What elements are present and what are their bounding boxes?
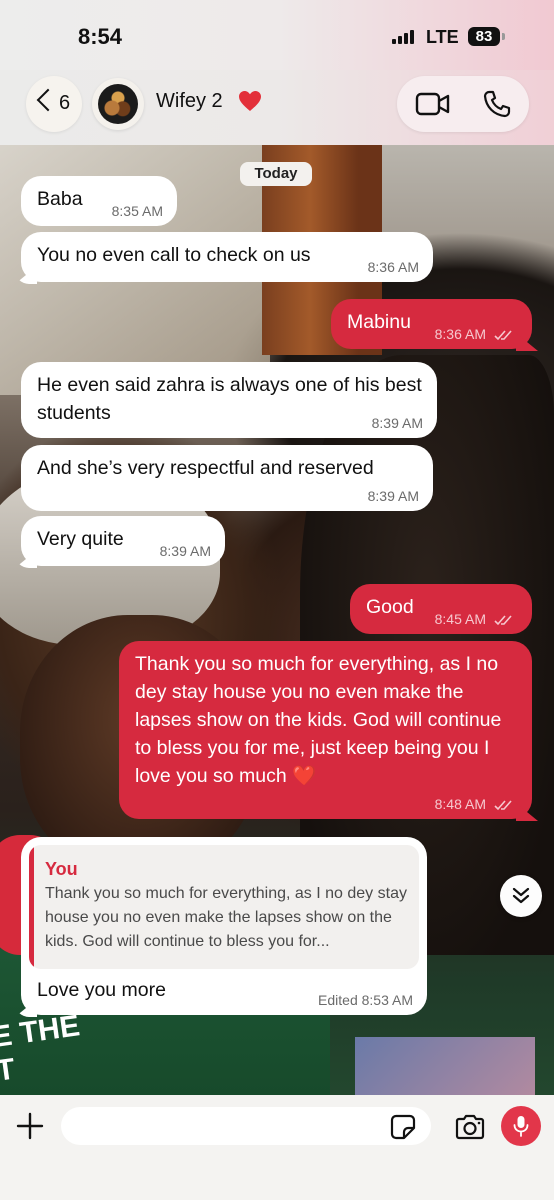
bubble-tail [516, 803, 538, 821]
message-input[interactable] [61, 1107, 431, 1145]
message-time: 8:48 AM [434, 796, 486, 812]
quoted-message[interactable]: You Thank you so much for everything, as… [29, 845, 419, 969]
contact-avatar[interactable] [92, 78, 144, 130]
message-outgoing[interactable]: Good 8:45 AM [350, 584, 532, 634]
message-time: 8:39 AM [159, 543, 211, 559]
message-outgoing[interactable]: Thank you so much for everything, as I n… [119, 641, 538, 821]
status-time: 8:54 [78, 24, 123, 49]
message-text: Mabinu [347, 311, 411, 333]
message-outgoing[interactable]: Mabinu 8:36 AM [331, 299, 538, 351]
phone-icon[interactable] [483, 90, 511, 118]
red-heart-icon [239, 91, 261, 111]
message-incoming[interactable]: Baba 8:35 AM [21, 176, 177, 226]
bubble-tail [15, 999, 37, 1017]
network-label: LTE [426, 27, 459, 47]
read-receipt-icon [494, 800, 512, 811]
read-receipt-icon [494, 615, 512, 626]
message-incoming[interactable]: And she’s very respectful and reserved 8… [21, 445, 433, 511]
status-bar: 8:54 LTE 83 [0, 0, 554, 70]
chevron-left-icon [36, 88, 60, 112]
message-time: 8:39 AM [371, 415, 423, 431]
contact-name[interactable]: Wifey 2 [156, 90, 223, 113]
avatar-image [98, 84, 138, 124]
scroll-to-bottom-button[interactable] [500, 875, 542, 917]
message-time: Edited 8:53 AM [318, 992, 413, 1008]
plus-icon[interactable] [16, 1112, 44, 1140]
message-incoming[interactable]: Very quite 8:39 AM [15, 516, 225, 568]
message-incoming-reply[interactable]: You Thank you so much for everything, as… [15, 837, 427, 1017]
battery-tip [502, 33, 505, 40]
message-time: 8:35 AM [111, 203, 163, 219]
message-list[interactable]: Today Baba 8:35 AM You no even call to c… [0, 145, 554, 1095]
message-incoming[interactable]: You no even call to check on us 8:36 AM [15, 232, 433, 284]
video-camera-icon[interactable] [415, 90, 451, 118]
message-time: 8:36 AM [367, 259, 419, 275]
bubble-tail [15, 550, 37, 568]
microphone-button[interactable] [501, 1106, 541, 1146]
message-text: You no even call to check on us [37, 244, 311, 266]
battery-icon: 83 [468, 27, 500, 46]
quote-accent-bar [29, 845, 34, 969]
camera-icon[interactable] [454, 1113, 486, 1141]
date-separator: Today [240, 162, 312, 186]
microphone-icon [513, 1116, 529, 1137]
quote-text: Thank you so much for everything, as I n… [45, 885, 407, 950]
unread-count: 6 [59, 92, 71, 114]
back-button[interactable]: 6 [26, 76, 82, 132]
message-time: 8:45 AM [434, 611, 486, 627]
message-time: 8:39 AM [367, 488, 419, 504]
message-text: And she’s very respectful and reserved [37, 457, 374, 479]
sticker-icon[interactable] [390, 1114, 416, 1140]
message-incoming[interactable]: He even said zahra is always one of his … [21, 362, 437, 438]
composer-bar [0, 1095, 554, 1200]
message-text: He even said zahra is always one of his … [37, 374, 422, 424]
quote-author: You [45, 859, 78, 879]
bubble-tail [15, 266, 37, 284]
bubble-tail [516, 333, 538, 351]
chat-header: 6 Wifey 2 [0, 70, 554, 145]
message-text: Thank you so much for everything, as I n… [135, 653, 502, 787]
read-receipt-icon [494, 330, 512, 341]
chevron-double-down-icon [512, 887, 530, 904]
call-actions [397, 76, 529, 132]
message-time: 8:36 AM [434, 326, 486, 342]
signal-icon [392, 30, 418, 44]
